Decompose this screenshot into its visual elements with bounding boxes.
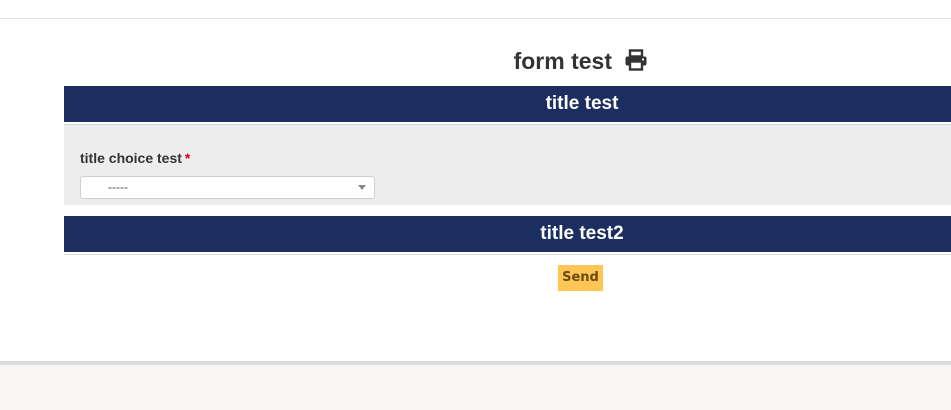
print-icon[interactable] [624, 49, 648, 71]
field-label-text: title choice test [80, 150, 182, 166]
section-header-label: title test2 [540, 223, 624, 244]
select-value: ----- [108, 180, 128, 194]
form-title: form test [0, 46, 951, 74]
dropdown-arrow-icon [358, 185, 366, 190]
form-page: form test title test title choice test * … [0, 19, 951, 361]
required-mark: * [184, 150, 191, 166]
section-header-title-test2: title test2 [64, 216, 951, 252]
section-header-title-test: title test [64, 86, 951, 122]
footer [0, 365, 951, 410]
form-title-text: form test [513, 47, 612, 74]
title-choice-select[interactable]: ----- [80, 176, 375, 199]
field-label: title choice test * [80, 150, 190, 166]
send-button[interactable]: Send [558, 265, 603, 291]
section-divider [64, 254, 951, 255]
section-body: title choice test * ----- [64, 124, 951, 205]
section-header-label: title test [545, 93, 619, 114]
